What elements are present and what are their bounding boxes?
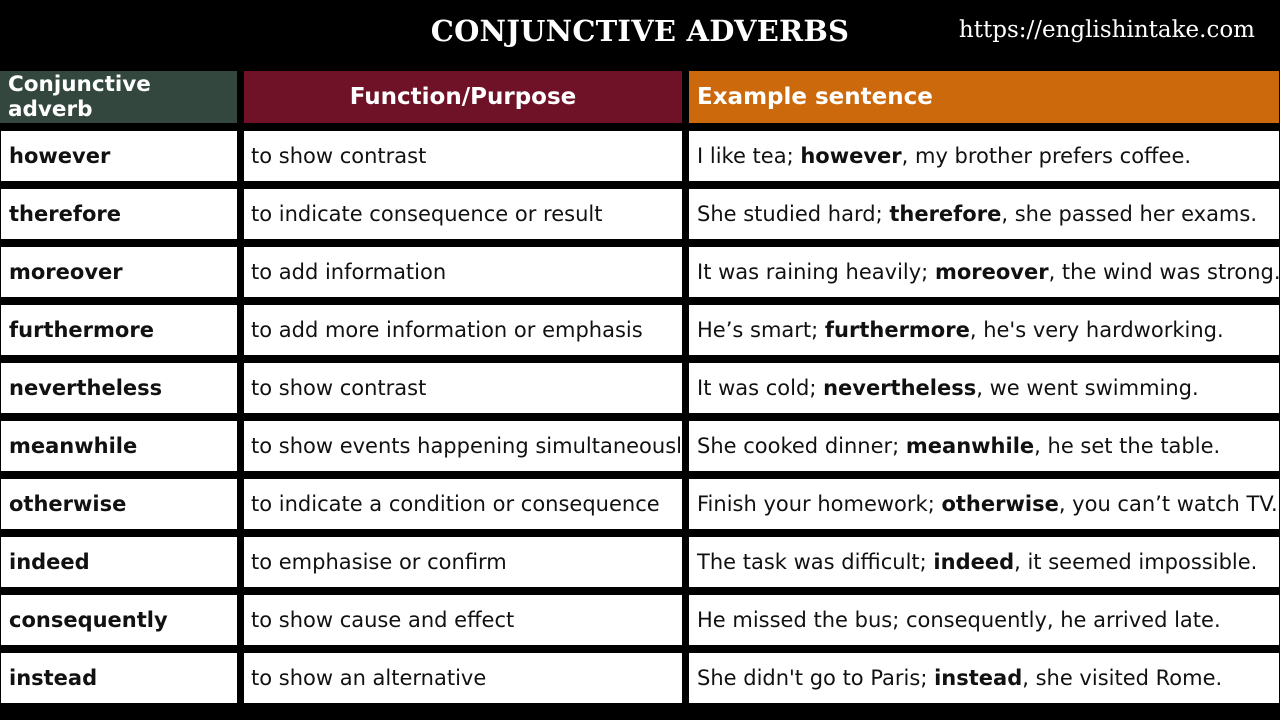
table-row: moreover to add information It was raining… <box>0 247 1280 297</box>
example-text-after: , we went swimming. <box>976 376 1199 400</box>
function-cell: to show cause and effect <box>244 595 682 645</box>
table-row: indeed to emphasise or confirm The task wa… <box>0 537 1280 587</box>
table-row: meanwhile to show events happening simult… <box>0 421 1280 471</box>
adverb-cell: indeed <box>1 537 237 587</box>
example-text-before: I like tea; <box>697 144 801 168</box>
adverb-cell: moreover <box>1 247 237 297</box>
function-cell: to show an alternative <box>244 653 682 703</box>
table-row: however to show contrast I like tea; howev… <box>0 131 1280 181</box>
example-text-after: , you can’t watch TV. <box>1058 492 1278 516</box>
example-cell: Finish your homework; otherwise, you can… <box>689 479 1279 529</box>
example-highlight: moreover <box>934 260 1049 284</box>
example-cell: It was raining heavily; moreover, the wi… <box>689 247 1279 297</box>
example-text-after: , he set the table. <box>1034 434 1221 458</box>
function-cell: to show contrast <box>244 131 682 181</box>
example-cell: The task was difficult; indeed, it seeme… <box>689 537 1279 587</box>
table-row: therefore to indicate consequence or resu… <box>0 189 1280 239</box>
example-text-before: Finish your homework; <box>697 492 942 516</box>
example-text-before: It was cold; <box>697 376 824 400</box>
example-cell: He missed the bus; consequently, he arri… <box>689 595 1279 645</box>
example-cell: He’s smart; furthermore, he's very hardw… <box>689 305 1279 355</box>
example-text-before: The task was difficult; <box>697 550 934 574</box>
function-cell: to add information <box>244 247 682 297</box>
adverb-cell: consequently <box>1 595 237 645</box>
adverb-cell: nevertheless <box>1 363 237 413</box>
adverb-cell: furthermore <box>1 305 237 355</box>
table-row: instead to show an alternative She didn't … <box>0 653 1280 703</box>
example-text-after: , my brother prefers coffee. <box>901 144 1192 168</box>
function-cell: to add more information or emphasis <box>244 305 682 355</box>
column-header-adverb: Conjunctive adverb <box>0 71 237 123</box>
adverb-cell: therefore <box>1 189 237 239</box>
example-cell: I like tea; however, my brother prefers … <box>689 131 1279 181</box>
example-text-before: She cooked dinner; <box>697 434 906 458</box>
example-highlight: indeed <box>933 550 1015 574</box>
example-cell: It was cold; nevertheless, we went swimm… <box>689 363 1279 413</box>
adverb-cell: however <box>1 131 237 181</box>
site-url: https://englishintake.com <box>958 17 1255 43</box>
function-cell: to indicate consequence or result <box>244 189 682 239</box>
example-text-before: She didn't go to Paris; <box>697 666 935 690</box>
example-text-before: He missed the bus; consequently, he arri… <box>697 608 1221 632</box>
example-highlight: however <box>800 144 902 168</box>
function-cell: to indicate a condition or consequence <box>244 479 682 529</box>
title-bar: CONJUNCTIVE ADVERBS https://englishintak… <box>0 0 1280 66</box>
function-cell: to show events happening simultaneously <box>244 421 682 471</box>
adverb-cell: meanwhile <box>1 421 237 471</box>
example-text-after: , she passed her exams. <box>1001 202 1258 226</box>
example-highlight: furthermore <box>824 318 970 342</box>
example-text-before: It was raining heavily; <box>697 260 935 284</box>
example-text-after: , it seemed impossible. <box>1014 550 1258 574</box>
example-text-after: , he's very hardworking. <box>969 318 1224 342</box>
example-highlight: therefore <box>889 202 1002 226</box>
table-row: nevertheless to show contrast It was cold;… <box>0 363 1280 413</box>
table-row: otherwise to indicate a condition or cons… <box>0 479 1280 529</box>
table-row: furthermore to add more information or em… <box>0 305 1280 355</box>
example-cell: She studied hard; therefore, she passed … <box>689 189 1279 239</box>
example-cell: She cooked dinner; meanwhile, he set the… <box>689 421 1279 471</box>
example-text-before: She studied hard; <box>697 202 890 226</box>
adverb-cell: otherwise <box>1 479 237 529</box>
example-highlight: nevertheless <box>823 376 977 400</box>
example-cell: She didn't go to Paris; instead, she vis… <box>689 653 1279 703</box>
function-cell: to emphasise or confirm <box>244 537 682 587</box>
example-text-after: , the wind was strong. <box>1048 260 1279 284</box>
function-cell: to show contrast <box>244 363 682 413</box>
table-row: consequently to show cause and effect He m… <box>0 595 1280 645</box>
example-highlight: meanwhile <box>905 434 1035 458</box>
example-text-before: He’s smart; <box>697 318 825 342</box>
example-highlight: instead <box>934 666 1023 690</box>
column-header-function: Function/Purpose <box>244 71 682 123</box>
adverb-cell: instead <box>1 653 237 703</box>
column-header-example: Example sentence <box>689 71 1279 123</box>
example-text-after: , she visited Rome. <box>1022 666 1223 690</box>
example-highlight: otherwise <box>941 492 1059 516</box>
